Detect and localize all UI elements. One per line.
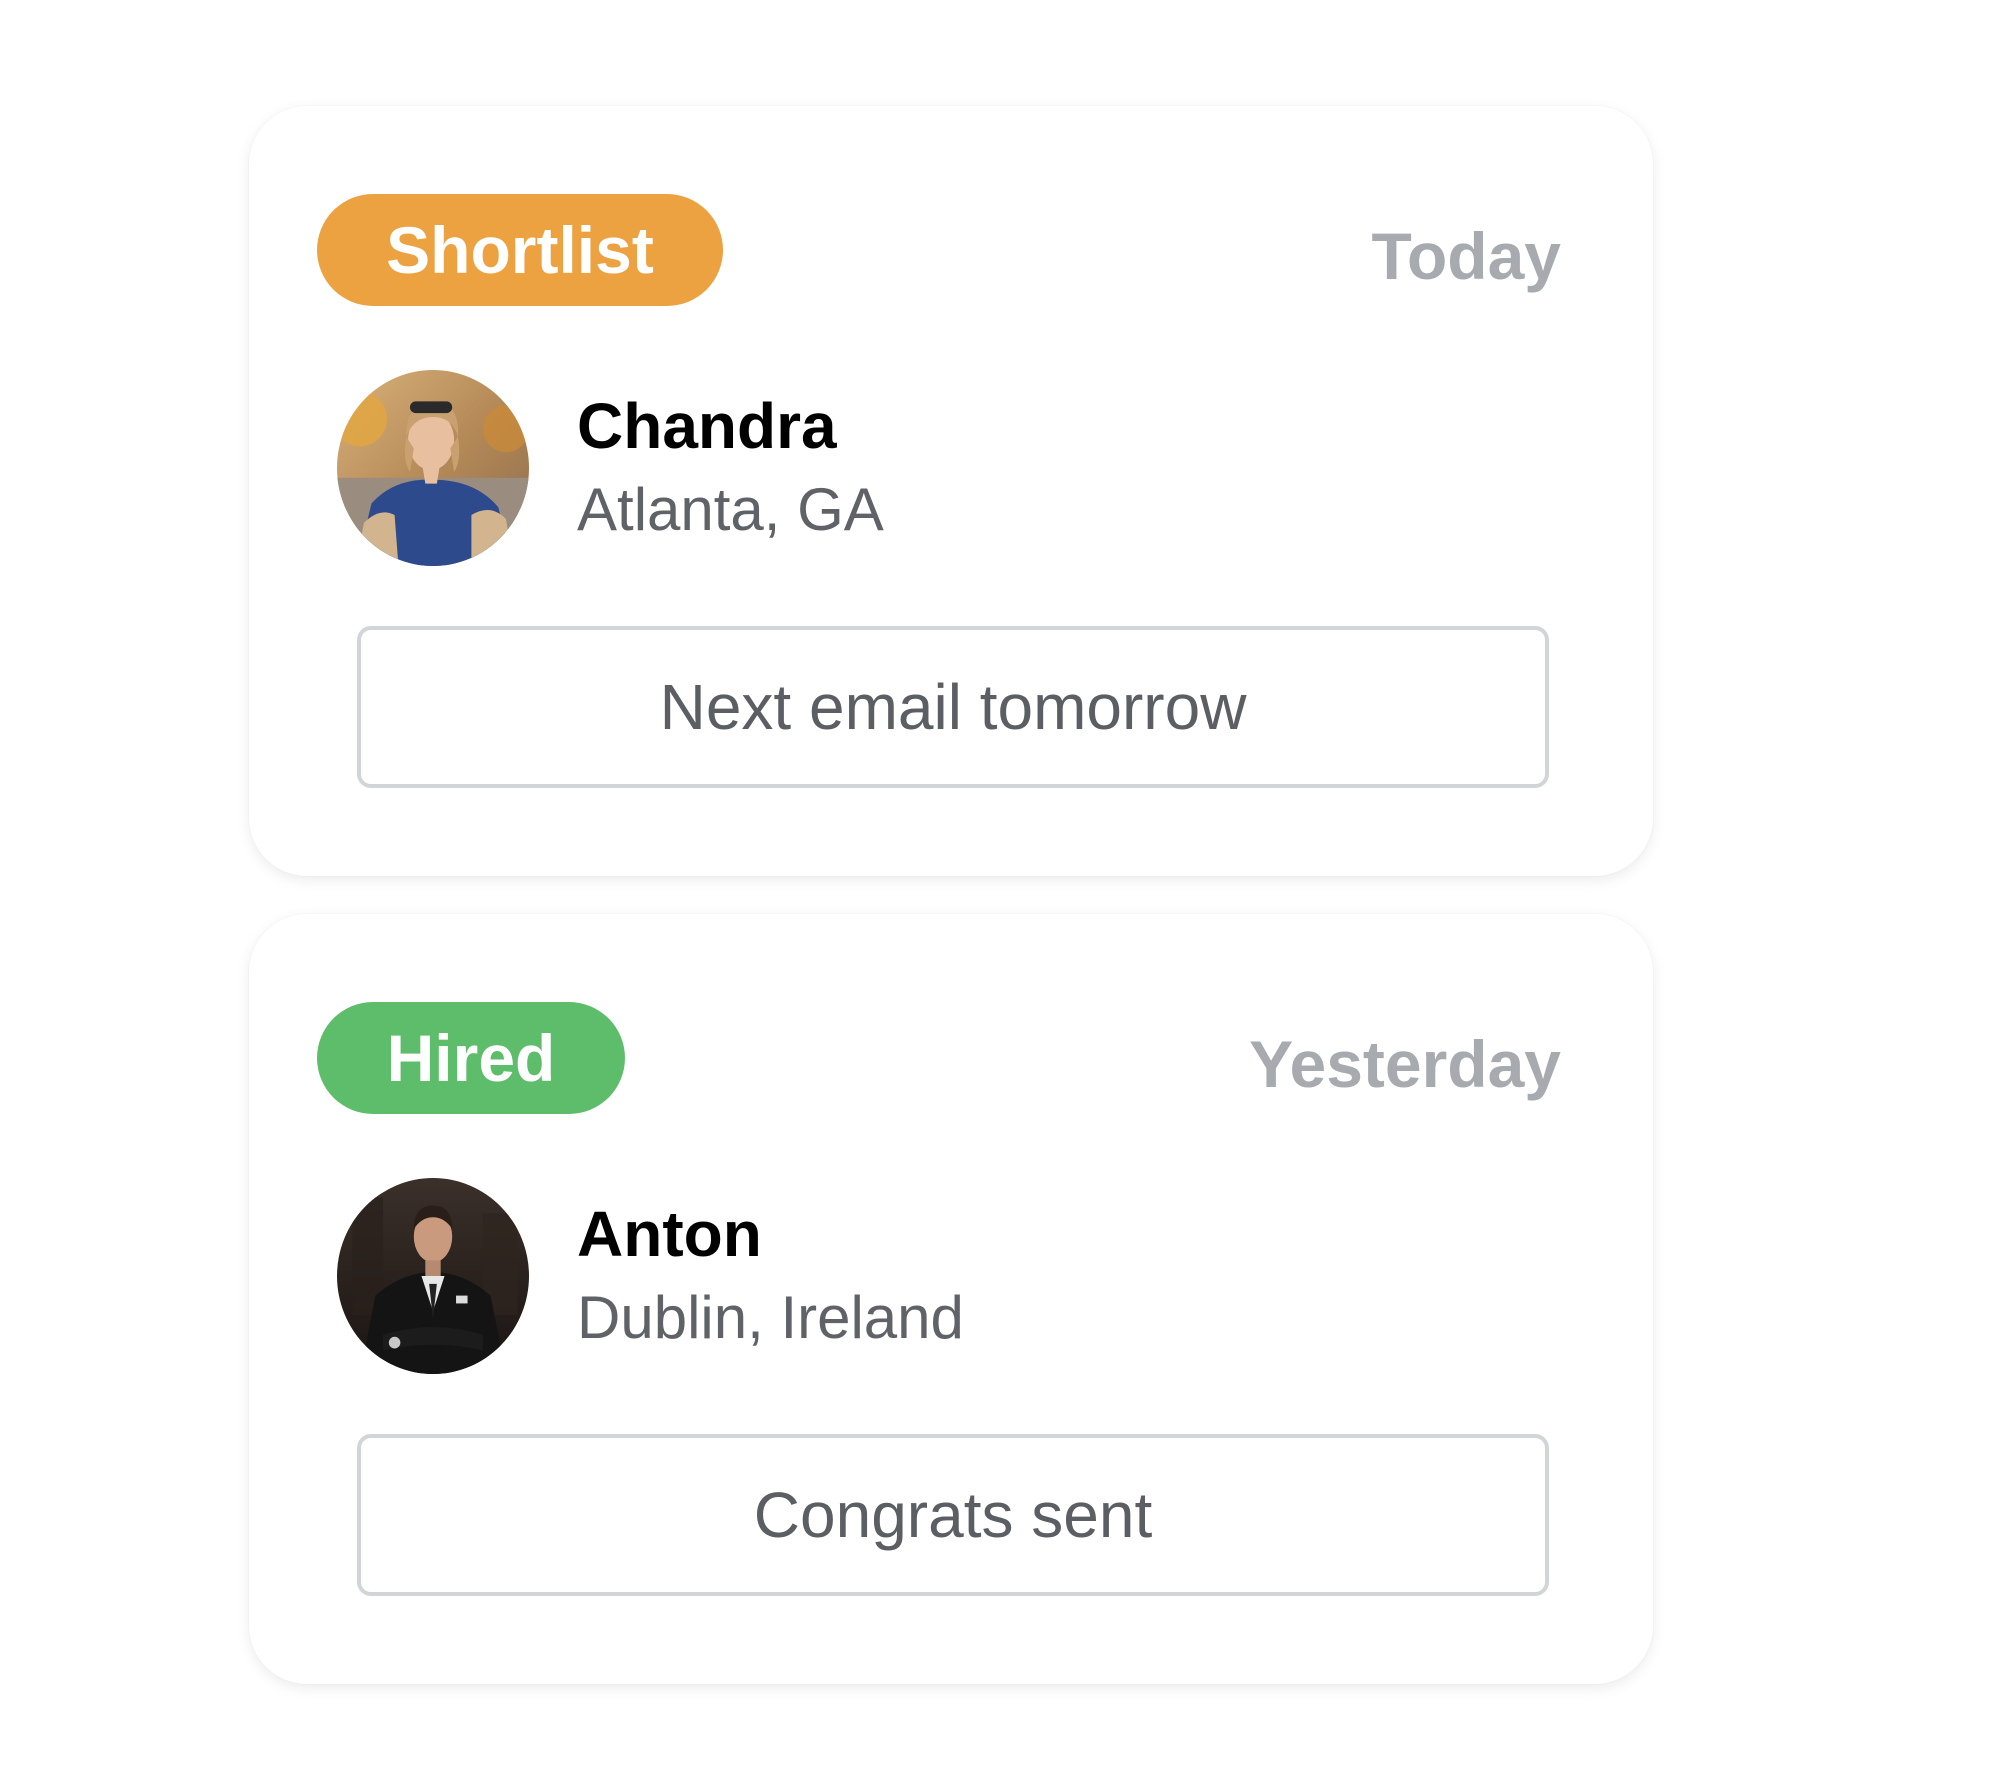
candidate-card[interactable]: Shortlist Today Chandra Atlanta, GA Next… [249,106,1653,876]
activity-date: Yesterday [1249,1027,1561,1101]
activity-date: Today [1371,219,1561,293]
status-badge: Hired [317,1002,625,1114]
candidate-location: Dublin, Ireland [577,1284,964,1351]
candidate-location: Atlanta, GA [577,476,884,543]
next-action-button[interactable]: Congrats sent [357,1434,1549,1596]
avatar-photo-man [337,1178,529,1374]
candidate-card[interactable]: Hired Yesterday Anton Dublin, Ireland Co… [249,914,1653,1684]
next-action-label: Next email tomorrow [659,671,1247,743]
next-action-button[interactable]: Next email tomorrow [357,626,1549,788]
avatar [337,370,529,566]
avatar [337,1178,529,1374]
status-badge: Shortlist [317,194,723,306]
next-action-label: Congrats sent [753,1479,1153,1551]
avatar-photo-woman [337,370,529,566]
candidate-name: Anton [577,1198,762,1270]
candidate-name: Chandra [577,390,837,462]
